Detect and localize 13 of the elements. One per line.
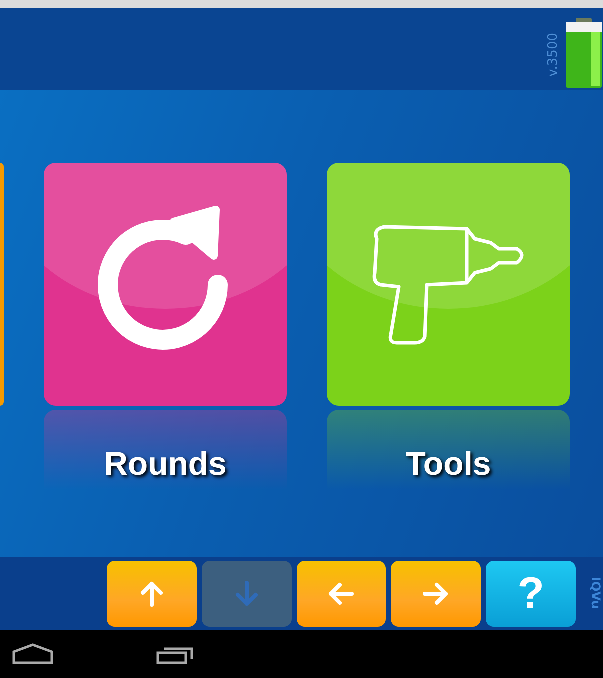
brand-label: IQVu: [588, 577, 603, 610]
battery-icon: [565, 18, 603, 90]
tile-label: Tools: [406, 445, 492, 483]
version-label: v.3500: [546, 33, 561, 77]
left-button[interactable]: [296, 560, 386, 626]
menu-tile[interactable]: [327, 163, 570, 406]
menu-tile[interactable]: [0, 163, 4, 406]
tile-label: Rounds: [104, 445, 227, 483]
up-button[interactable]: [107, 560, 197, 626]
help-button[interactable]: ?: [486, 560, 576, 626]
menu-tile[interactable]: [44, 163, 287, 406]
right-button[interactable]: [391, 560, 482, 626]
home-icon[interactable]: [12, 643, 54, 665]
